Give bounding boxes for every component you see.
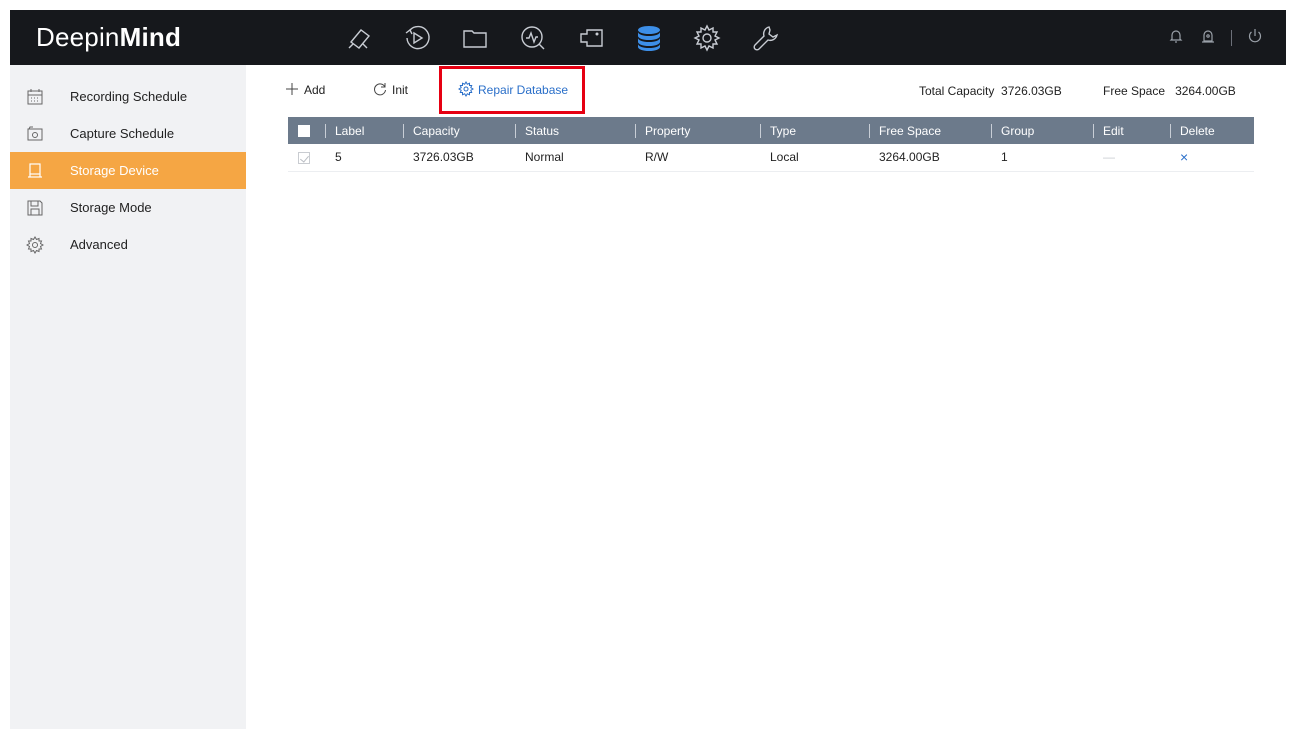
storage-device-table: Label Capacity Status Property Type Free… <box>288 117 1254 172</box>
calendar-icon <box>24 86 46 108</box>
edit-disabled: — <box>1103 150 1115 165</box>
column-header[interactable]: Edit <box>1093 117 1170 144</box>
alarm-icon[interactable] <box>1199 27 1217 48</box>
sidebar: Recording Schedule Capture Schedule Stor… <box>10 65 246 729</box>
column-header[interactable]: Free Space <box>869 117 991 144</box>
sidebar-item-label: Recording Schedule <box>70 89 188 104</box>
power-icon[interactable] <box>1246 27 1264 48</box>
app-logo: DeepinMind <box>36 22 182 52</box>
top-nav <box>330 10 794 65</box>
cell-status: Normal <box>515 144 635 172</box>
table-header-row: Label Capacity Status Property Type Free… <box>288 117 1254 144</box>
bell-icon[interactable] <box>1167 27 1185 48</box>
cell-edit: — <box>1093 144 1170 172</box>
init-label: Init <box>392 83 409 97</box>
storage-icon[interactable] <box>620 10 678 65</box>
storage-mode-icon <box>24 197 46 219</box>
live-view-icon[interactable] <box>330 10 388 65</box>
sidebar-item-label: Advanced <box>70 237 128 252</box>
sidebar-item-label: Storage Mode <box>70 200 152 215</box>
cell-label: 5 <box>325 144 403 172</box>
add-label: Add <box>304 83 326 97</box>
row-select-cell <box>288 144 325 172</box>
total-capacity: Total Capacity 3726.03GB <box>919 84 1062 98</box>
sidebar-item-recording-schedule[interactable]: Recording Schedule <box>10 78 246 115</box>
smart-analysis-icon[interactable] <box>504 10 562 65</box>
sidebar-item-storage-device[interactable]: Storage Device <box>10 152 246 189</box>
camera-icon <box>24 123 46 145</box>
table-row[interactable]: 5 3726.03GB Normal R/W Local 3264.00GB 1… <box>288 144 1254 172</box>
cell-property: R/W <box>635 144 760 172</box>
column-header[interactable]: Label <box>325 117 403 144</box>
cell-capacity: 3726.03GB <box>403 144 515 172</box>
sidebar-item-label: Storage Device <box>70 163 159 178</box>
top-right-controls <box>1167 10 1264 65</box>
sidebar-item-label: Capture Schedule <box>70 126 175 141</box>
plus-icon <box>284 81 300 100</box>
cell-delete: × <box>1170 144 1254 172</box>
hdd-icon <box>24 160 46 182</box>
playback-icon[interactable] <box>388 10 446 65</box>
init-button[interactable]: Init <box>372 81 408 100</box>
select-all-cell <box>288 117 325 144</box>
refresh-icon <box>372 81 388 100</box>
free-space: Free Space 3264.00GB <box>1103 84 1236 98</box>
settings-icon[interactable] <box>678 10 736 65</box>
row-checkbox[interactable] <box>298 152 310 165</box>
camera-icon[interactable] <box>562 10 620 65</box>
column-header[interactable]: Property <box>635 117 760 144</box>
column-header[interactable]: Capacity <box>403 117 515 144</box>
select-all-checkbox[interactable] <box>298 125 310 138</box>
divider <box>1231 29 1232 46</box>
cell-type: Local <box>760 144 869 172</box>
sidebar-item-capture-schedule[interactable]: Capture Schedule <box>10 115 246 152</box>
cell-group: 1 <box>991 144 1093 172</box>
column-header[interactable]: Type <box>760 117 869 144</box>
column-header[interactable]: Group <box>991 117 1093 144</box>
add-button[interactable]: Add <box>284 81 325 100</box>
highlight-box <box>439 66 585 114</box>
sidebar-item-advanced[interactable]: Advanced <box>10 226 246 263</box>
column-header[interactable]: Delete <box>1170 117 1254 144</box>
top-bar: DeepinMind <box>10 10 1286 65</box>
gear-icon <box>24 234 46 256</box>
column-header[interactable]: Status <box>515 117 635 144</box>
maintenance-icon[interactable] <box>736 10 794 65</box>
cell-free-space: 3264.00GB <box>869 144 991 172</box>
file-management-icon[interactable] <box>446 10 504 65</box>
sidebar-item-storage-mode[interactable]: Storage Mode <box>10 189 246 226</box>
delete-icon[interactable]: × <box>1180 149 1188 165</box>
